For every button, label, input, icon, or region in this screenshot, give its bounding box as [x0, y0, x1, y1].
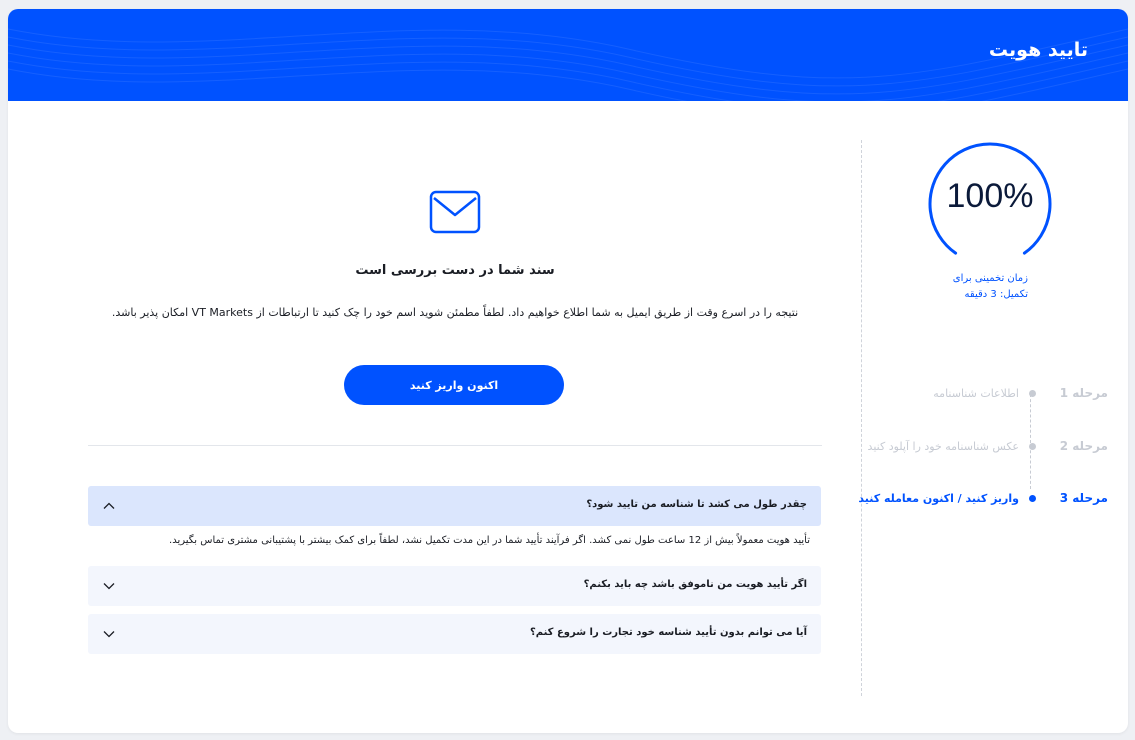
- step-dot: [1029, 390, 1036, 397]
- step-label: اطلاعات شناسنامه: [933, 387, 1019, 400]
- faq-question: چقدر طول می کشد تا شناسه من تایید شود؟: [586, 499, 807, 510]
- estimated-time: زمان تخمینی برای تکمیل: 3 دقیقه: [908, 271, 1028, 303]
- chevron-down-icon[interactable]: [102, 579, 116, 593]
- step-dot: [1029, 495, 1036, 502]
- step-dot: [1029, 443, 1036, 450]
- review-status-title: سند شما در دست بررسی است: [355, 263, 555, 278]
- step-number: مرحله 2: [1059, 439, 1108, 453]
- progress-percent: 100%: [946, 177, 1034, 215]
- step-list: مرحله 1 اطلاعات شناسنامه مرحله 2 عکس شنا…: [858, 374, 1123, 514]
- step-label: عکس شناسنامه خود را آپلود کنید: [867, 440, 1019, 453]
- faq-answer: تأیید هویت معمولاً بیش از 12 ساعت طول نم…: [169, 535, 810, 546]
- faq-item-2[interactable]: اگر تأیید هویت من ناموفق باشد چه باید بک…: [88, 566, 821, 606]
- header-wave-pattern: [8, 28, 1128, 101]
- chevron-down-icon[interactable]: [102, 627, 116, 641]
- step-3[interactable]: مرحله 3 واریز کنید / اکنون معامله کنید: [858, 489, 1123, 509]
- review-status-description: نتیجه را در اسرع وقت از طریق ایمیل به شم…: [111, 306, 799, 319]
- deposit-now-button[interactable]: اکنون واریز کنید: [344, 365, 564, 405]
- step-label: واریز کنید / اکنون معامله کنید: [858, 492, 1019, 505]
- sidebar-divider: [861, 140, 862, 696]
- estimated-time-line2: تکمیل: 3 دقیقه: [964, 289, 1028, 300]
- estimated-time-line1: زمان تخمینی برای: [952, 273, 1028, 284]
- envelope-icon: [429, 190, 481, 234]
- header-bar: تایید هویت: [8, 9, 1128, 101]
- verification-panel: تایید هویت سند شما در دست بررسی است نتیج…: [8, 9, 1128, 733]
- step-number: مرحله 3: [1059, 491, 1108, 505]
- faq-item-1[interactable]: چقدر طول می کشد تا شناسه من تایید شود؟: [88, 486, 821, 526]
- faq-question: آیا می توانم بدون تأیید شناسه خود تجارت …: [529, 627, 807, 638]
- step-number: مرحله 1: [1059, 386, 1108, 400]
- faq-question: اگر تأیید هویت من ناموفق باشد چه باید بک…: [583, 579, 807, 590]
- step-2: مرحله 2 عکس شناسنامه خود را آپلود کنید: [863, 437, 1123, 457]
- page-title: تایید هویت: [988, 39, 1088, 61]
- progress-ring: 100%: [925, 139, 1055, 269]
- step-1: مرحله 1 اطلاعات شناسنامه: [863, 384, 1123, 404]
- chevron-up-icon[interactable]: [102, 499, 116, 513]
- faq-item-3[interactable]: آیا می توانم بدون تأیید شناسه خود تجارت …: [88, 614, 821, 654]
- content-divider: [88, 445, 822, 446]
